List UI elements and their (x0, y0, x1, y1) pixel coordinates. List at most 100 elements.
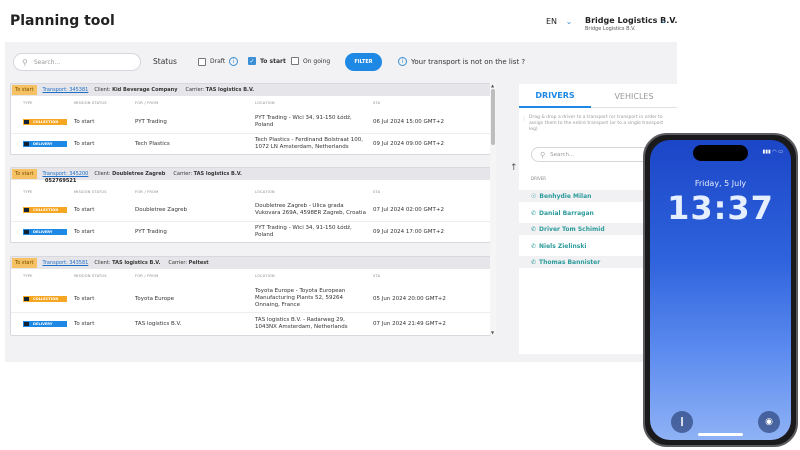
column-header-location: LOCATION (255, 190, 275, 194)
to-start-checkbox[interactable]: ✓ To start (248, 57, 286, 65)
table-row[interactable]: DELIVERY To start Tech Plastics Tech Pla… (11, 134, 492, 154)
flashlight-icon[interactable]: ❙ (671, 411, 693, 433)
transport-link[interactable]: Transport: 345381 (43, 87, 89, 93)
camera-icon[interactable]: ◉ (758, 411, 780, 433)
column-header-type: TYPE (23, 190, 33, 194)
column-header-location: LOCATION (255, 101, 275, 105)
sta: 05 Jun 2024 20:00 GMT+2 (373, 296, 446, 302)
for-from: Toyota Europe (135, 296, 175, 302)
chevron-down-icon[interactable]: ⌄ (660, 16, 667, 25)
carrier-info: Carrier: TAS logistics B.V. (186, 87, 255, 93)
leg-type: COLLECTION (33, 297, 59, 301)
whatsapp-icon: ✆ (531, 225, 537, 233)
table-row[interactable]: COLLECTION To start PYT Trading PYT Trad… (11, 112, 492, 132)
mission-status: To start (74, 229, 95, 235)
location: PYT Trading - Wici 34, 91-150 Łódź, Polan… (255, 115, 352, 129)
on-going-checkbox[interactable]: On going (291, 57, 330, 65)
search-icon: ⚲ (540, 150, 546, 159)
location-line: Doubletree Zagreb - Ulica grada (255, 203, 344, 209)
tab-vehicles[interactable]: VEHICLES (591, 84, 677, 108)
table-row[interactable]: COLLECTION To start Doubletree Zagreb Do… (11, 200, 492, 220)
driver-name: Benhydie Milan (539, 192, 592, 200)
leg-type: COLLECTION (33, 120, 59, 124)
location-line: Tech Plastics - Ferdinand Bolstraat 100, (255, 137, 364, 143)
sta: 07 Jun 2024 21:49 GMT+2 (373, 321, 446, 327)
delivery-tag: DELIVERY (23, 141, 67, 147)
delivery-tag: DELIVERY (23, 321, 67, 327)
driver-name: Driver Tom Schimid (539, 225, 605, 233)
mouse-cursor-icon: ↑ (510, 163, 518, 173)
drag-handle-icon: ⋮ (521, 116, 527, 123)
not-on-list-text: Your transport is not on the list ? (411, 57, 526, 66)
phone-mockup: ▮▮▮ ◠ ▭ Friday, 5 July 13:37 ❙ ◉ (643, 133, 798, 447)
reference-number: 052769521 (45, 178, 77, 184)
language-selector[interactable]: EN ⌄ (546, 17, 572, 26)
whatsapp-icon: ✆ (531, 242, 537, 250)
chevron-down-icon: ⌄ (565, 17, 573, 26)
transport-card-header: To start Transport: 345200 Client: Doubl… (11, 168, 490, 180)
transport-link[interactable]: Transport: 343581 (43, 260, 89, 266)
scroll-up-icon[interactable]: ▲ (491, 83, 494, 88)
sta: 09 Jul 2024 17:00 GMT+2 (373, 229, 444, 235)
client-label: Client: (94, 260, 111, 266)
home-indicator (698, 433, 743, 436)
carrier-name: TAS logistics B.V. (193, 171, 242, 177)
transport-link[interactable]: Transport: 345200 (43, 171, 89, 177)
truck-icon (24, 142, 29, 146)
location-line: Toyota Europe - Toyota European (255, 288, 346, 294)
for-from: TAS logistics B.V. (135, 321, 182, 327)
column-header-sta: STA (373, 101, 381, 105)
table-row[interactable]: DELIVERY To start TAS logistics B.V. TAS… (11, 313, 492, 333)
table-row[interactable]: DELIVERY To start PYT Trading PYT Tradin… (11, 222, 492, 242)
client-name: Kid Beverage Company (112, 87, 178, 93)
transport-card[interactable]: To start Transport: 345381 Client: Kid B… (10, 83, 492, 155)
transport-card[interactable]: To start Transport: 345200 Client: Doubl… (10, 167, 492, 243)
carrier-name: TAS logistics B.V. (205, 87, 255, 93)
app-root: Planning tool EN ⌄ Bridge Logistics B.V.… (0, 0, 800, 450)
status-badge: To start (12, 85, 37, 95)
page-title: Planning tool (10, 13, 115, 29)
truck-icon (24, 322, 29, 326)
filter-button[interactable]: FILTER (345, 53, 382, 71)
location-line: Vukovara 269A, 4598ER Zagreb, Croatia (255, 210, 366, 216)
location-line: 1072 LN Amsterdam, Netherlands (255, 144, 349, 150)
tab-drivers[interactable]: DRIVERS (519, 84, 591, 108)
not-on-list-link[interactable]: i Your transport is not on the list ? (398, 57, 525, 66)
for-from: Doubletree Zagreb (135, 207, 187, 213)
for-from: PYT Trading (135, 119, 167, 125)
draft-checkbox[interactable]: Draft i (198, 57, 239, 66)
checkbox-box[interactable] (198, 57, 206, 66)
client-label: Client: (94, 87, 111, 93)
checkbox-box[interactable] (291, 57, 299, 65)
location-line: Poland (255, 232, 274, 238)
column-header-for-from: FOR / FROM (135, 190, 159, 194)
truck-icon (24, 208, 29, 212)
scroll-down-icon[interactable]: ▼ (491, 330, 494, 335)
checkbox-box-checked[interactable]: ✓ (248, 57, 256, 65)
transport-card[interactable]: To start Transport: 343581 Client: TAS l… (10, 256, 492, 336)
carrier-info: Carrier: TAS logistics B.V. (173, 171, 242, 177)
driver-search-input[interactable]: ⚲ Search... (531, 147, 651, 162)
collection-tag: COLLECTION (23, 119, 67, 125)
search-input[interactable]: ⚲ Search... (13, 53, 141, 71)
transport-card-header: To start Transport: 345381 Client: Kid B… (11, 84, 490, 96)
scrollbar-thumb[interactable] (491, 89, 495, 145)
info-icon: i (398, 57, 407, 66)
drivers-column-header: DRIVER (531, 176, 547, 181)
location-line: PYT Trading - Wici 34, 91-150 Łódź, (255, 225, 352, 231)
mission-status: To start (74, 119, 95, 125)
client-name: Doubletree Zagreb (112, 171, 166, 177)
carrier-label: Carrier: (185, 87, 205, 93)
truck-icon (24, 297, 29, 301)
delivery-tag: DELIVERY (23, 229, 67, 235)
mission-status: To start (74, 207, 95, 213)
carrier-label: Carrier: (173, 171, 193, 177)
status-label: Status (153, 57, 177, 66)
search-placeholder: Search... (550, 151, 575, 158)
column-header-sta: STA (373, 190, 381, 194)
transport-card-header: To start Transport: 343581 Client: TAS l… (11, 257, 490, 269)
transport-list-scrollbar[interactable]: ▲ ▼ (490, 83, 496, 335)
table-row[interactable]: COLLECTION To start Toyota Europe Toyota… (11, 285, 492, 311)
info-icon[interactable]: i (229, 57, 239, 66)
client-info: Client: Doubletree Zagreb (94, 171, 165, 177)
